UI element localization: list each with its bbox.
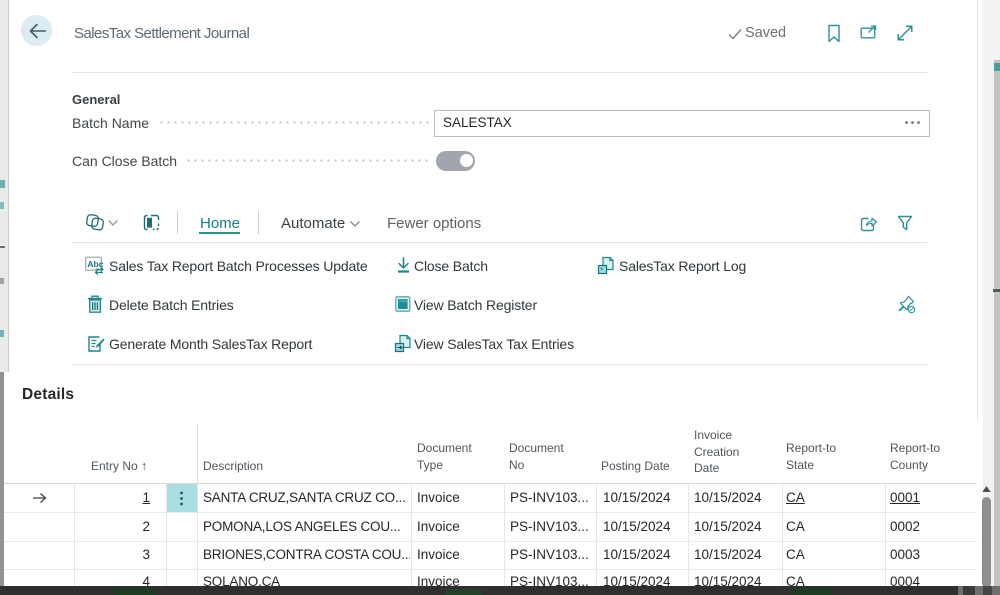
svg-text:*: * bbox=[600, 267, 603, 274]
